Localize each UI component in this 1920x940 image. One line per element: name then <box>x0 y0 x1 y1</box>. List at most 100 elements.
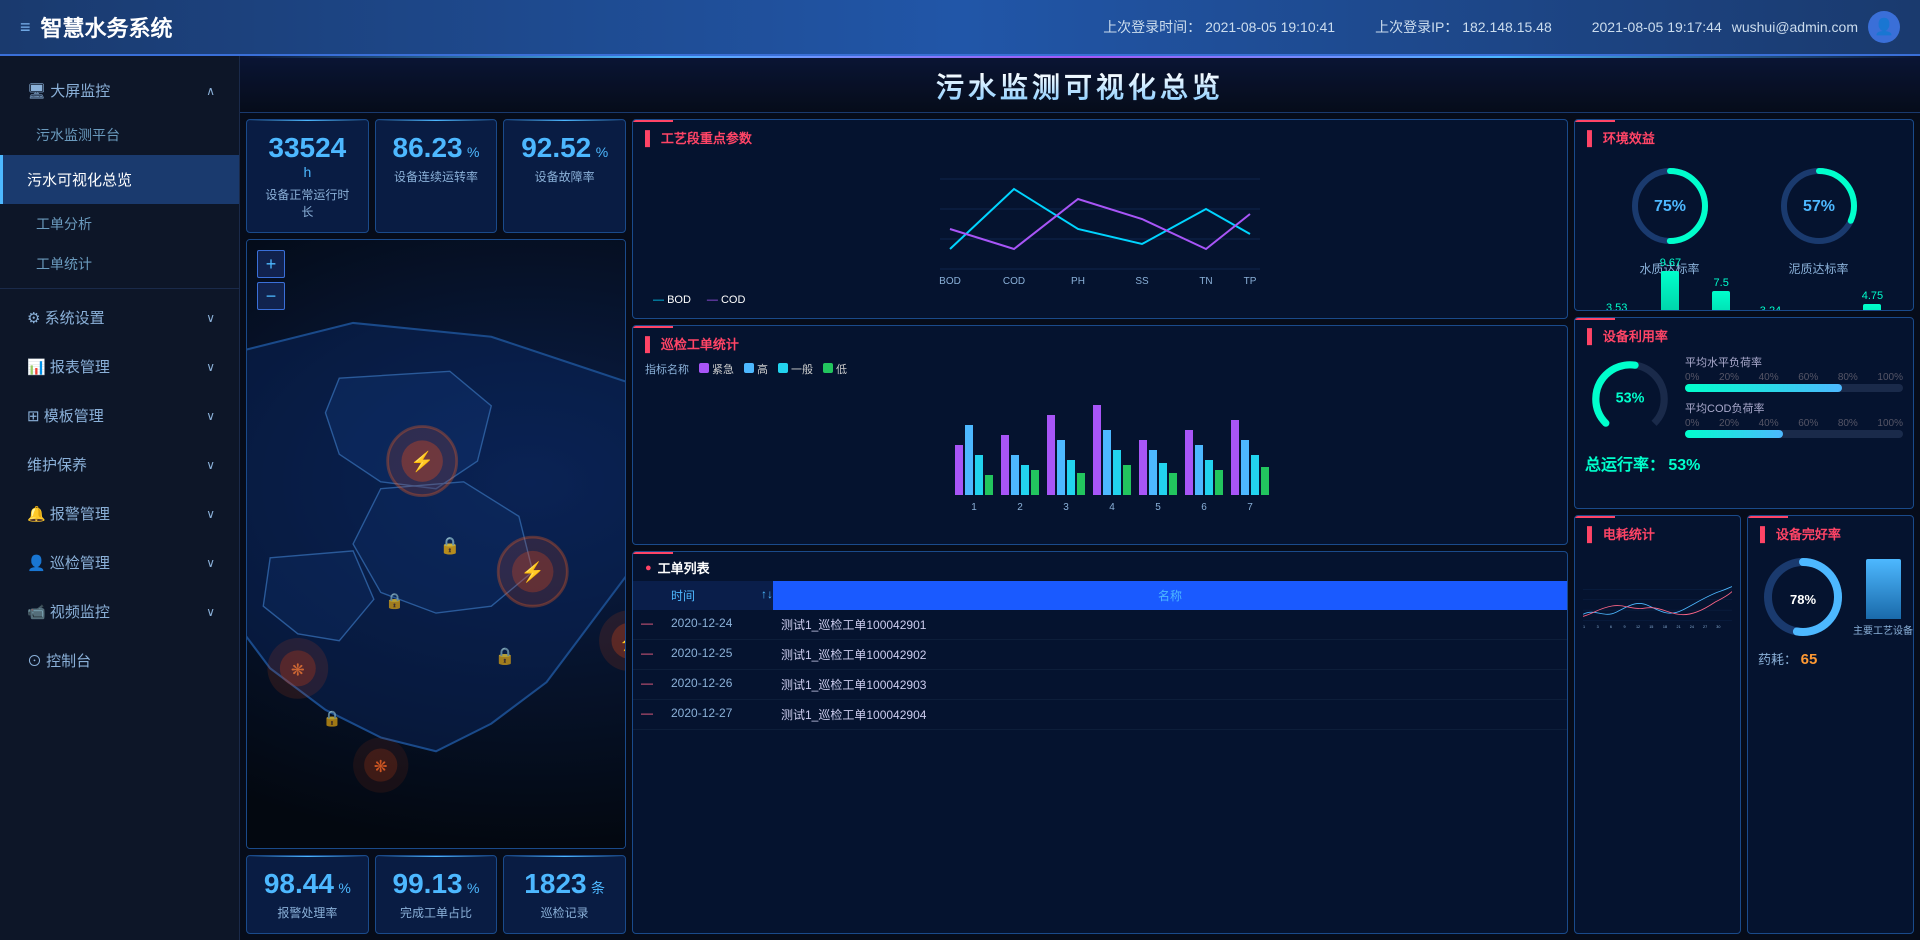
power-chart-area: 1 3 6 9 12 15 18 21 24 27 30 <box>1575 547 1740 667</box>
report-rate-label: 报警处理率 <box>263 904 352 921</box>
donut-svg: 78% <box>1758 552 1848 642</box>
gauge-svg: 53% <box>1585 354 1675 444</box>
svg-text:COD: COD <box>1003 276 1025 287</box>
svg-text:12: 12 <box>1636 625 1640 629</box>
patrol-stats-title: 巡检工单统计 <box>633 326 1567 357</box>
continuous-value: 86.23 % <box>392 132 481 164</box>
svg-text:⚡: ⚡ <box>619 632 625 653</box>
bar-PH: 7.5 PH <box>1712 277 1730 311</box>
page-title: 污水监测可视化总览 <box>936 72 1224 103</box>
svg-text:75%: 75% <box>1653 198 1685 215</box>
power-line-chart: 1 3 6 9 12 15 18 21 24 27 30 <box>1583 551 1732 661</box>
environment-panel: 环境效益 75% 水质达标率 <box>1574 119 1914 311</box>
power-panel: 电耗统计 <box>1574 515 1741 934</box>
zoom-out-button[interactable]: − <box>257 282 285 310</box>
environment-title: 环境效益 <box>1575 120 1913 151</box>
svg-text:53%: 53% <box>1616 391 1645 407</box>
main-title-bar: 污水监测可视化总览 <box>240 56 1920 113</box>
map-controls: + − <box>257 250 285 310</box>
complete-rate-value: 99.13 % <box>392 868 481 900</box>
avatar[interactable]: 👤 <box>1868 11 1900 43</box>
svg-text:4: 4 <box>1109 502 1115 513</box>
map-svg: ⚡ ⚡ ❋ ❋ ⚡ 🔒 <box>247 240 625 848</box>
patrol-chart-area: 1 2 3 <box>633 381 1567 521</box>
right-column: 工艺段重点参数 BOD <box>632 119 1568 934</box>
process-line-chart: BOD COD PH SS TN TP <box>643 159 1557 289</box>
svg-text:🔒: 🔒 <box>439 536 460 555</box>
svg-text:57%: 57% <box>1802 198 1834 215</box>
sidebar-item-report-mgmt[interactable]: 📊 报表管理 ∨ <box>0 342 239 391</box>
drug-value: 65 <box>1801 651 1818 668</box>
process-params-panel: 工艺段重点参数 BOD <box>632 119 1568 319</box>
svg-text:BOD: BOD <box>939 276 961 287</box>
env-bar-chart: 3.53 BOD 9.67 COD 7.5 PH <box>1575 282 1913 311</box>
util-total: 总运行率： 53% <box>1575 449 1913 480</box>
sidebar-item-patrol-mgmt[interactable]: 👤 巡检管理 ∨ <box>0 538 239 587</box>
sidebar-item-wastewater-monitor[interactable]: 污水监测平台 <box>0 115 239 155</box>
main-content: 污水监测可视化总览 环境效益 75% <box>240 56 1920 940</box>
complete-rate-stat: 99.13 % 完成工单占比 <box>375 855 498 934</box>
svg-text:7: 7 <box>1247 502 1253 513</box>
patrol-count-value: 1823 条 <box>520 868 609 900</box>
svg-text:27: 27 <box>1703 625 1707 629</box>
sidebar-item-workorder-stats[interactable]: 工单统计 <box>0 244 239 284</box>
chevron-icon: ∨ <box>206 409 215 423</box>
bar-TP: 4.75 TP <box>1862 290 1883 311</box>
svg-text:🔒: 🔒 <box>323 711 342 728</box>
avg-cod-row: 平均COD负荷率 0%20%40%60%80%100% <box>1685 400 1903 438</box>
menu-icon[interactable]: ≡ <box>20 17 31 38</box>
svg-text:1: 1 <box>1583 625 1585 629</box>
avg-cod-fill <box>1685 430 1783 438</box>
process-chart-legend: — BOD — COD <box>643 294 1557 306</box>
avg-load-fill <box>1685 384 1842 392</box>
sidebar-item-video-monitor[interactable]: 📹 视频监控 ∨ <box>0 587 239 636</box>
svg-text:2: 2 <box>1017 502 1023 513</box>
bar-SS: 3.24 SS <box>1760 305 1781 311</box>
work-order-table: 时间 ↑↓ 名称 — 2020-12-24 测试1_巡检工单100042901 … <box>633 581 1567 730</box>
sidebar-item-dashscreen[interactable]: 🖥 大屏监控 ∧ <box>0 66 239 115</box>
avg-cod-track <box>1685 430 1903 438</box>
svg-text:❋: ❋ <box>374 757 388 776</box>
zoom-in-button[interactable]: + <box>257 250 285 278</box>
power-title: 电耗统计 <box>1575 516 1740 547</box>
bar-COD: 9.67 COD <box>1658 257 1682 311</box>
util-content: 53% 平均水平负荷率 0%20%40%60%80%100% <box>1575 349 1913 449</box>
sidebar-item-visualization[interactable]: 污水可视化总览 <box>0 155 239 204</box>
patrol-bar-chart: 1 2 3 <box>641 385 1559 515</box>
device-complete-title: 设备完好率 <box>1748 516 1913 547</box>
fault-value: 92.52 % <box>520 132 609 164</box>
bar-main-process: 主要工艺设备 <box>1853 559 1913 637</box>
app-title: 智慧水务系统 <box>41 11 173 43</box>
svg-text:TN: TN <box>1199 276 1212 287</box>
svg-text:🔒: 🔒 <box>495 646 516 665</box>
chevron-icon: ∨ <box>206 507 215 521</box>
chevron-icon: ∨ <box>206 360 215 374</box>
svg-text:1: 1 <box>971 502 977 513</box>
wo-header: 时间 ↑↓ 名称 <box>633 581 1567 610</box>
map-panel: + − <box>246 239 626 849</box>
bar-BOD: 3.53 BOD <box>1605 302 1629 311</box>
svg-text:6: 6 <box>1201 502 1207 513</box>
mud-circle-svg: 57% <box>1774 161 1864 251</box>
sidebar-item-workorder-analysis[interactable]: 工单分析 <box>0 204 239 244</box>
svg-text:SS: SS <box>1135 276 1149 287</box>
avg-load-row: 平均水平负荷率 0%20%40%60%80%100% <box>1685 354 1903 392</box>
water-circle-svg: 75% <box>1625 161 1715 251</box>
avg-load-scale: 0%20%40%60%80%100% <box>1685 372 1903 383</box>
sidebar-item-console[interactable]: ⊙ 控制台 <box>0 636 239 685</box>
sidebar-item-maintenance[interactable]: 维护保养 ∨ <box>0 440 239 489</box>
patrol-count-stat: 1823 条 巡检记录 <box>503 855 626 934</box>
svg-text:5: 5 <box>1155 502 1161 513</box>
sidebar-item-system-settings[interactable]: ⚙ 系统设置 ∨ <box>0 293 239 342</box>
device-util-title: 设备利用率 <box>1575 318 1913 349</box>
device-complete-content: 78% 主要工艺设备 主要构筑物 <box>1748 547 1913 647</box>
last-login-label: 上次登录时间： 2021-08-05 19:10:41 <box>1103 17 1335 37</box>
report-rate-stat: 98.44 % 报警处理率 <box>246 855 369 934</box>
runtime-label: 设备正常运行时长 <box>263 186 352 220</box>
table-row: — 2020-12-27 测试1_巡检工单100042904 <box>633 700 1567 730</box>
sidebar-item-template-mgmt[interactable]: ⊞ 模板管理 ∨ <box>0 391 239 440</box>
avg-load-track <box>1685 384 1903 392</box>
svg-text:9: 9 <box>1624 625 1626 629</box>
drug-stat: 药耗： 65 <box>1748 647 1913 673</box>
sidebar-item-alarm-mgmt[interactable]: 🔔 报警管理 ∨ <box>0 489 239 538</box>
